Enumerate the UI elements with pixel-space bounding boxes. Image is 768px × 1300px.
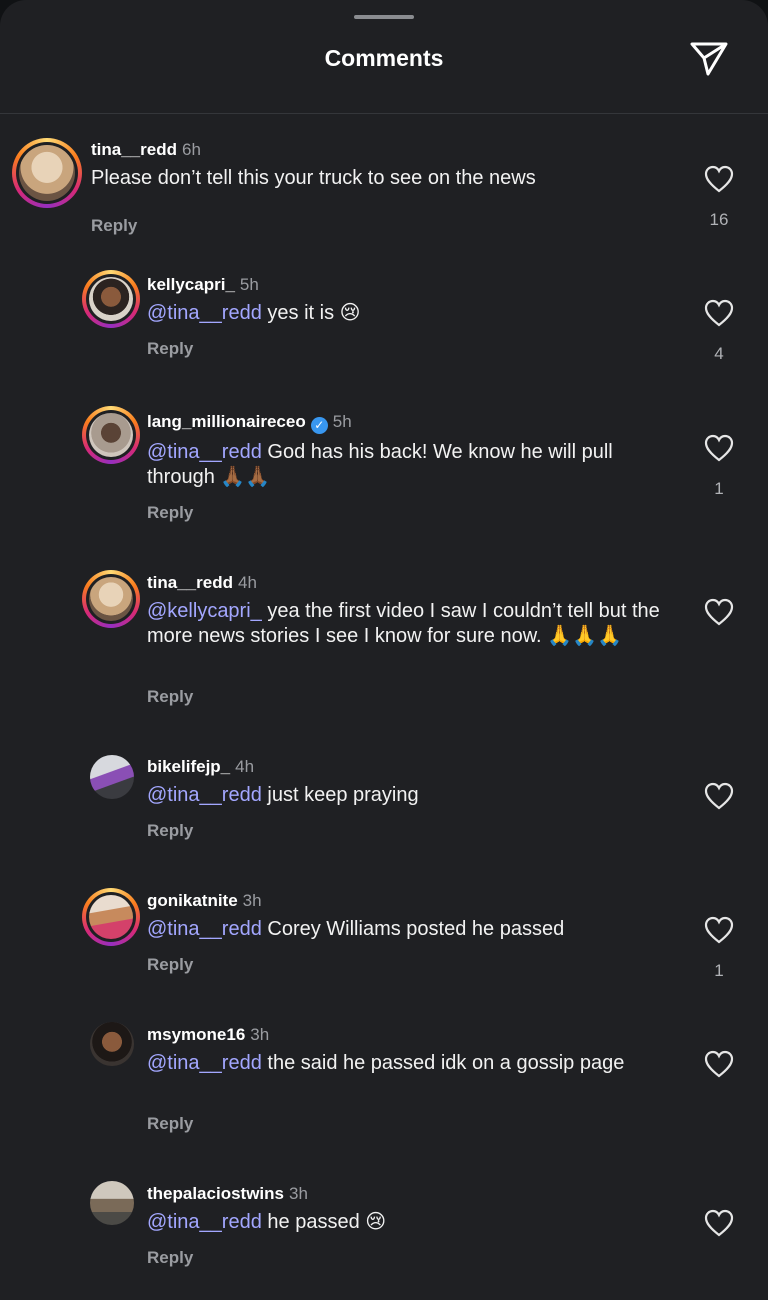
like-count: 16 bbox=[709, 210, 729, 229]
mention-link[interactable]: @tina__redd bbox=[147, 1052, 262, 1074]
heart-icon[interactable] bbox=[704, 782, 734, 810]
heart-icon[interactable] bbox=[704, 916, 734, 944]
comment-text: Please don’t tell this your truck to see… bbox=[91, 167, 536, 189]
mention-link[interactable]: @tina__redd bbox=[147, 302, 262, 324]
avatar[interactable] bbox=[90, 1022, 134, 1066]
avatar[interactable] bbox=[82, 570, 140, 628]
avatar[interactable] bbox=[82, 888, 140, 946]
comment-username[interactable]: lang_millionaireceo bbox=[147, 412, 306, 431]
mention-link[interactable]: @tina__redd bbox=[147, 441, 262, 463]
heart-icon[interactable] bbox=[704, 165, 734, 193]
comment-username[interactable]: kellycapri_ bbox=[147, 275, 235, 294]
mention-link[interactable]: @tina__redd bbox=[147, 1211, 262, 1233]
page-title: Comments bbox=[324, 45, 444, 71]
comment-time: 6h bbox=[181, 140, 201, 159]
comment-text: @tina__redd just keep praying bbox=[147, 784, 419, 806]
verified-badge-icon: ✓ bbox=[310, 417, 328, 434]
reply-button[interactable]: Reply bbox=[147, 1114, 193, 1134]
comment-username[interactable]: tina__redd bbox=[91, 140, 177, 159]
reply-button[interactable]: Reply bbox=[147, 339, 193, 359]
avatar[interactable] bbox=[90, 1181, 134, 1225]
comment-username[interactable]: tina__redd bbox=[147, 573, 233, 592]
comment-username[interactable]: gonikatnite bbox=[147, 891, 238, 910]
heart-icon[interactable] bbox=[704, 598, 734, 626]
like-count: 4 bbox=[714, 344, 724, 363]
reply-button[interactable]: Reply bbox=[147, 1248, 193, 1268]
avatar[interactable] bbox=[90, 755, 134, 799]
comment-text: @tina__redd Corey Williams posted he pas… bbox=[147, 918, 565, 940]
comment-text: @tina__redd yes it is 😢 bbox=[147, 302, 361, 324]
comments-sheet: Comments tina__redd 6h Please don’t tell … bbox=[0, 0, 768, 1300]
comment-text: @tina__redd he passed 😢 bbox=[147, 1211, 387, 1233]
comment-username[interactable]: thepalaciostwins bbox=[147, 1184, 284, 1203]
like-count: 1 bbox=[714, 479, 724, 498]
paper-plane-icon[interactable] bbox=[688, 38, 730, 80]
comment-text: @tina__redd God has his back! We know he… bbox=[147, 441, 613, 488]
avatar[interactable] bbox=[82, 406, 140, 464]
crying-face-icon: 😢 bbox=[339, 302, 361, 324]
comment-time: 3h bbox=[250, 1025, 270, 1044]
mention-link[interactable]: @kellycapri_ bbox=[147, 600, 262, 622]
header-divider bbox=[0, 113, 768, 114]
comment-username[interactable]: msymone16 bbox=[147, 1025, 245, 1044]
comment-time: 4h bbox=[237, 573, 257, 592]
comment-time: 3h bbox=[242, 891, 262, 910]
mention-link[interactable]: @tina__redd bbox=[147, 784, 262, 806]
comment-text: @kellycapri_ yea the first video I saw I… bbox=[147, 600, 660, 647]
reply-button[interactable]: Reply bbox=[147, 503, 193, 523]
like-count: 1 bbox=[714, 961, 724, 980]
reply-button[interactable]: Reply bbox=[147, 687, 193, 707]
heart-icon[interactable] bbox=[704, 299, 734, 327]
reply-button[interactable]: Reply bbox=[91, 216, 137, 236]
sheet-drag-handle[interactable] bbox=[354, 15, 414, 19]
crying-face-icon: 😢 bbox=[365, 1211, 387, 1233]
comment-username[interactable]: bikelifejp_ bbox=[147, 757, 230, 776]
comment-time: 5h bbox=[239, 275, 259, 294]
avatar[interactable] bbox=[12, 138, 82, 208]
praying-hands-icon: 🙏🏾🙏🏾 bbox=[220, 466, 271, 488]
comment-time: 4h bbox=[235, 757, 255, 776]
praying-hands-icon: 🙏🙏🙏 bbox=[547, 625, 622, 647]
avatar[interactable] bbox=[82, 270, 140, 328]
comment-time: 5h bbox=[332, 412, 352, 431]
heart-icon[interactable] bbox=[704, 1050, 734, 1078]
heart-icon[interactable] bbox=[704, 434, 734, 462]
mention-link[interactable]: @tina__redd bbox=[147, 918, 262, 940]
comment-time: 3h bbox=[288, 1184, 308, 1203]
heart-icon[interactable] bbox=[704, 1209, 734, 1237]
reply-button[interactable]: Reply bbox=[147, 821, 193, 841]
reply-button[interactable]: Reply bbox=[147, 955, 193, 975]
comment-text: @tina__redd the said he passed idk on a … bbox=[147, 1052, 625, 1074]
